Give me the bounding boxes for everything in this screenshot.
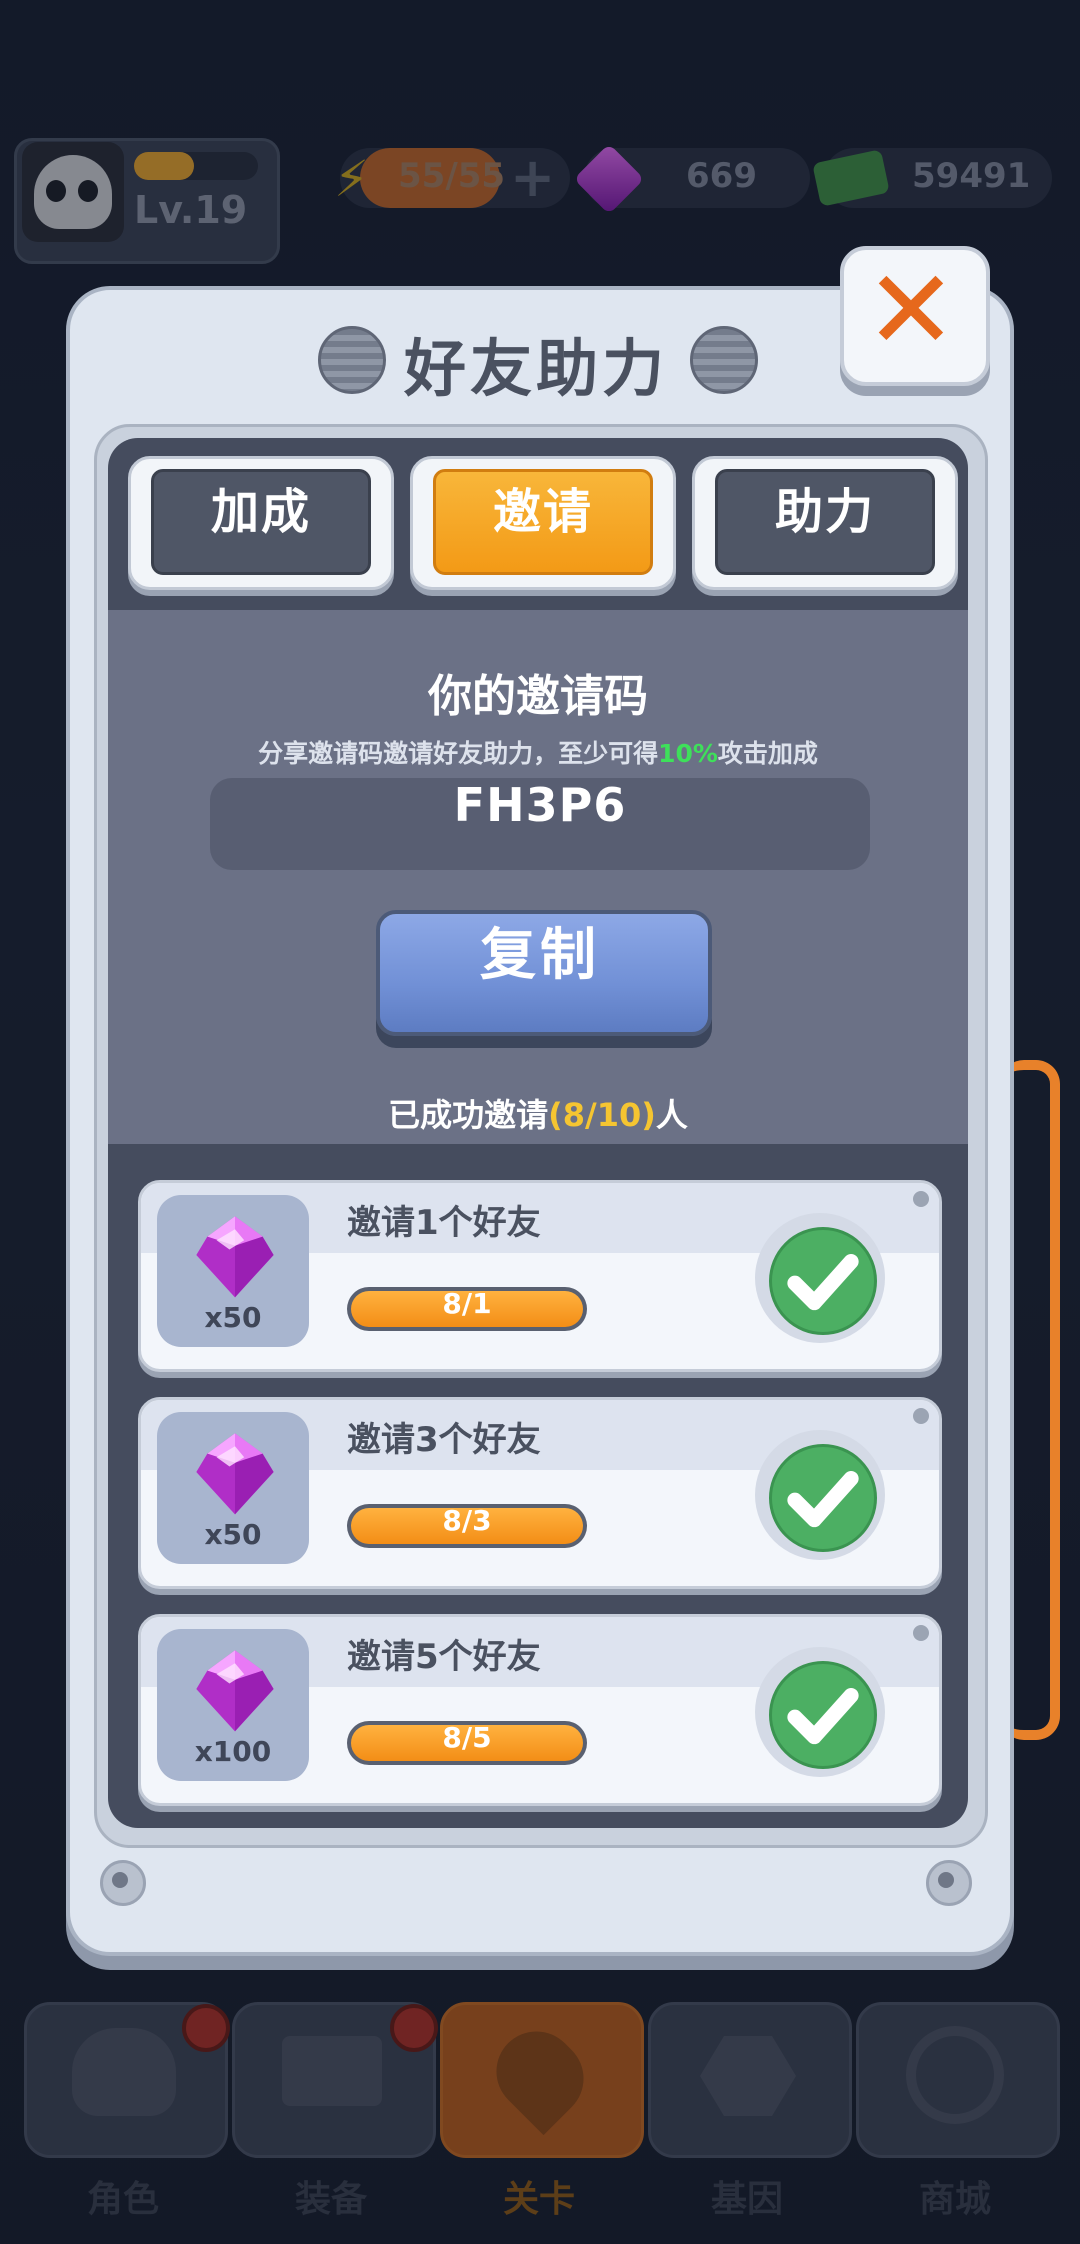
tab-label: 邀请 bbox=[492, 484, 593, 540]
checkmark-icon bbox=[769, 1444, 877, 1552]
reward-card[interactable]: x50 邀请1个好友 8/1 bbox=[138, 1180, 942, 1372]
reward-quantity: x50 bbox=[204, 1518, 262, 1551]
bolt-icon bbox=[926, 1860, 972, 1906]
checkmark-icon bbox=[769, 1227, 877, 1335]
bonus-percent: 10% bbox=[658, 739, 718, 768]
invite-description-suffix: 攻击加成 bbox=[717, 739, 818, 768]
reward-title: 邀请3个好友 bbox=[347, 1420, 541, 1460]
tab-bonus[interactable]: 加成 bbox=[128, 456, 394, 590]
success-count: (8/10) bbox=[548, 1096, 656, 1134]
invite-code-heading: 你的邀请码 bbox=[428, 671, 648, 722]
rivet-icon bbox=[913, 1408, 929, 1424]
tab-invite[interactable]: 邀请 bbox=[410, 456, 676, 590]
invite-code: FH3P6 bbox=[453, 778, 627, 832]
progress-text: 8/3 bbox=[442, 1504, 492, 1537]
progress-text: 8/1 bbox=[442, 1287, 492, 1320]
progress-text: 8/5 bbox=[442, 1721, 492, 1754]
reward-title: 邀请5个好友 bbox=[347, 1637, 541, 1677]
gem-icon bbox=[189, 1209, 281, 1301]
rivet-icon bbox=[913, 1625, 929, 1641]
close-icon[interactable]: ✕ bbox=[840, 246, 982, 378]
tab-label: 助力 bbox=[774, 484, 875, 540]
success-prefix: 已成功邀请 bbox=[388, 1096, 549, 1134]
invite-success-status: 已成功邀请(8/10)人 bbox=[108, 1090, 968, 1136]
tab-assist[interactable]: 助力 bbox=[692, 456, 958, 590]
gem-icon bbox=[189, 1426, 281, 1518]
tab-face: 助力 bbox=[715, 469, 935, 575]
reward-quantity: x100 bbox=[194, 1735, 272, 1768]
tab-label: 加成 bbox=[210, 484, 311, 540]
reward-title: 邀请1个好友 bbox=[347, 1203, 541, 1243]
reward-card[interactable]: x50 邀请3个好友 8/3 bbox=[138, 1397, 942, 1589]
tab-face: 加成 bbox=[151, 469, 371, 575]
bolt-icon bbox=[100, 1860, 146, 1906]
invite-description: 分享邀请码邀请好友助力，至少可得10%攻击加成 bbox=[108, 734, 968, 770]
rivet-icon bbox=[913, 1191, 929, 1207]
reward-quantity: x50 bbox=[204, 1301, 262, 1334]
success-suffix: 人 bbox=[655, 1096, 688, 1134]
checkmark-icon bbox=[769, 1661, 877, 1769]
reward-card[interactable]: x100 邀请5个好友 8/5 bbox=[138, 1614, 942, 1806]
copy-button-label[interactable]: 复制 bbox=[376, 910, 704, 1028]
invite-description-text: 分享邀请码邀请好友助力，至少可得 bbox=[258, 739, 659, 768]
gem-icon bbox=[189, 1643, 281, 1735]
tab-face-active: 邀请 bbox=[433, 469, 653, 575]
